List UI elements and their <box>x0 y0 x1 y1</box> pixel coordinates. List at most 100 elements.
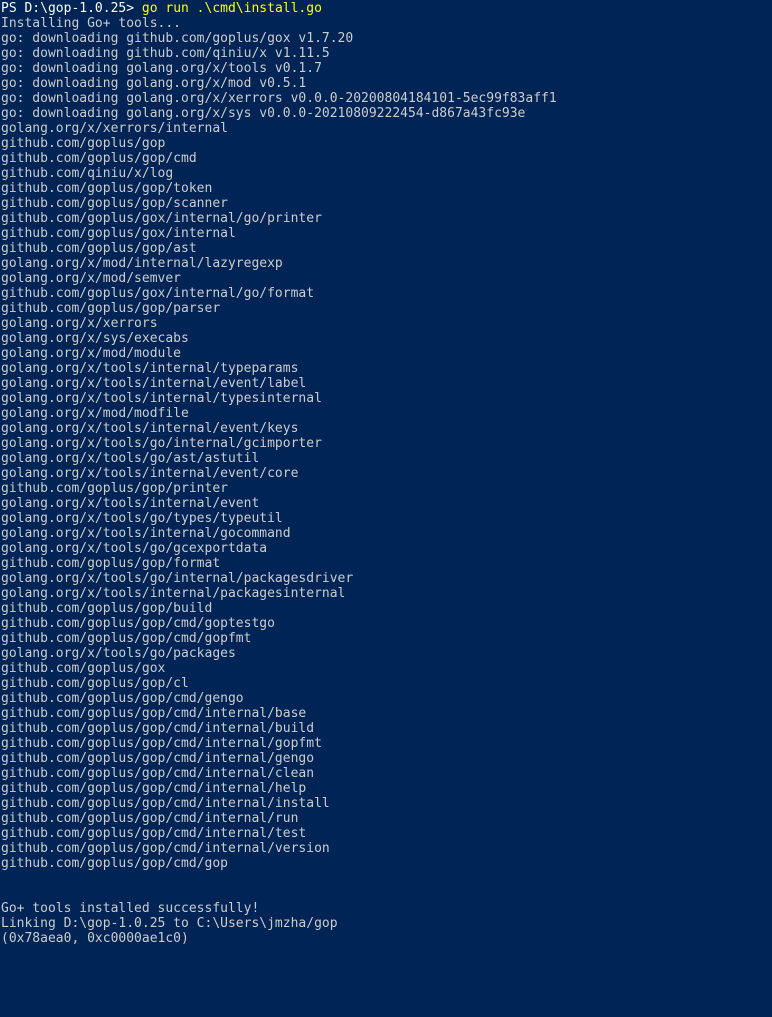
terminal-package-line: github.com/goplus/gop/cmd/internal/gengo <box>1 751 772 766</box>
terminal-package-line: github.com/goplus/gop/cmd/goptestgo <box>1 616 772 631</box>
terminal-package-line: github.com/goplus/gop/cmd/gopfmt <box>1 631 772 646</box>
package-path: golang.org/x/tools/go/ast/astutil <box>1 451 260 466</box>
package-path: github.com/goplus/gop/token <box>1 181 213 196</box>
terminal-prompt-line: PS D:\gop-1.0.25> go run .\cmd\install.g… <box>1 1 772 16</box>
package-path: github.com/goplus/gop/cmd/internal/clean <box>1 766 315 781</box>
terminal-package-line: github.com/goplus/gop/cmd/internal/base <box>1 706 772 721</box>
package-path: github.com/goplus/gop/cmd/internal/help <box>1 781 307 796</box>
shell-prompt: PS D:\gop-1.0.25> <box>1 1 142 16</box>
output-text: go: downloading github.com/qiniu/x v1.11… <box>1 46 330 61</box>
package-path: golang.org/x/tools/go/packages <box>1 646 236 661</box>
terminal-package-line: github.com/goplus/gop/cmd/internal/run <box>1 811 772 826</box>
terminal-package-line: github.com/goplus/gop/cmd/internal/clean <box>1 766 772 781</box>
terminal-package-line: golang.org/x/tools/internal/event/label <box>1 376 772 391</box>
package-path: github.com/goplus/gop/cmd/internal/gopfm… <box>1 736 322 751</box>
terminal-output-line: go: downloading golang.org/x/sys v0.0.0-… <box>1 106 772 121</box>
package-path: golang.org/x/xerrors/internal <box>1 121 228 136</box>
terminal-package-line: github.com/goplus/gop/printer <box>1 481 772 496</box>
package-path: github.com/goplus/gop/cmd/internal/insta… <box>1 796 330 811</box>
package-path: github.com/goplus/gox/internal/go/format <box>1 286 315 301</box>
terminal-package-line: github.com/goplus/gop/token <box>1 181 772 196</box>
package-path: golang.org/x/mod/modfile <box>1 406 189 421</box>
terminal-output-line: Installing Go+ tools... <box>1 16 772 31</box>
terminal-package-line: github.com/goplus/gop/cmd/internal/insta… <box>1 796 772 811</box>
terminal-package-line: github.com/goplus/gop/cmd/internal/test <box>1 826 772 841</box>
terminal-package-line: golang.org/x/tools/internal/typeparams <box>1 361 772 376</box>
terminal-package-line: golang.org/x/tools/go/internal/packagesd… <box>1 571 772 586</box>
terminal-package-line: golang.org/x/tools/internal/event <box>1 496 772 511</box>
terminal-output-line: go: downloading github.com/goplus/gox v1… <box>1 31 772 46</box>
terminal-package-line: github.com/goplus/gox/internal <box>1 226 772 241</box>
terminal-package-line: github.com/goplus/gop <box>1 136 772 151</box>
package-path: github.com/goplus/gop/cmd/internal/versi… <box>1 841 330 856</box>
package-path: golang.org/x/tools/go/internal/packagesd… <box>1 571 354 586</box>
terminal-package-line: golang.org/x/tools/go/packages <box>1 646 772 661</box>
package-path: github.com/goplus/gop/scanner <box>1 196 228 211</box>
package-path: github.com/goplus/gop/cmd/internal/gengo <box>1 751 315 766</box>
package-path: github.com/goplus/gop <box>1 136 166 151</box>
package-path: github.com/goplus/gop/cmd <box>1 151 197 166</box>
terminal-package-line: github.com/goplus/gop/format <box>1 556 772 571</box>
terminal-package-line: github.com/goplus/gop/cmd/internal/help <box>1 781 772 796</box>
terminal-package-line: github.com/goplus/gop/cmd/internal/gopfm… <box>1 736 772 751</box>
package-path: github.com/goplus/gox/internal/go/printe… <box>1 211 322 226</box>
package-path: github.com/goplus/gop/cmd/internal/run <box>1 811 299 826</box>
terminal-output-line: go: downloading golang.org/x/tools v0.1.… <box>1 61 772 76</box>
package-path: github.com/goplus/gox/internal <box>1 226 236 241</box>
package-path: github.com/goplus/gop/format <box>1 556 221 571</box>
terminal-package-line: golang.org/x/tools/internal/typesinterna… <box>1 391 772 406</box>
output-text: go: downloading golang.org/x/sys v0.0.0-… <box>1 106 526 121</box>
package-path: golang.org/x/tools/internal/event <box>1 496 260 511</box>
package-path: golang.org/x/tools/go/types/typeutil <box>1 511 283 526</box>
terminal-package-line: golang.org/x/mod/module <box>1 346 772 361</box>
package-path: github.com/goplus/gop/cmd/internal/build <box>1 721 315 736</box>
package-path: golang.org/x/tools/internal/event/keys <box>1 421 299 436</box>
package-path: golang.org/x/tools/internal/gocommand <box>1 526 291 541</box>
terminal-package-line: golang.org/x/tools/go/ast/astutil <box>1 451 772 466</box>
output-text: go: downloading golang.org/x/tools v0.1.… <box>1 61 322 76</box>
package-path: golang.org/x/tools/internal/event/label <box>1 376 307 391</box>
terminal-output-line: Go+ tools installed successfully! <box>1 901 772 916</box>
terminal-output-line: go: downloading github.com/qiniu/x v1.11… <box>1 46 772 61</box>
terminal-package-line: golang.org/x/tools/internal/event/keys <box>1 421 772 436</box>
package-path: golang.org/x/tools/internal/typeparams <box>1 361 299 376</box>
terminal-package-line: github.com/goplus/gop/cmd/internal/build <box>1 721 772 736</box>
output-text: Linking D:\gop-1.0.25 to C:\Users\jmzha/… <box>1 916 338 931</box>
terminal-package-line: golang.org/x/tools/internal/event/core <box>1 466 772 481</box>
terminal-package-line: github.com/goplus/gop/ast <box>1 241 772 256</box>
terminal-output-area[interactable]: PS D:\gop-1.0.25> go run .\cmd\install.g… <box>0 0 772 1017</box>
terminal-package-line: github.com/goplus/gop/cmd/gengo <box>1 691 772 706</box>
output-text: Go+ tools installed successfully! <box>1 901 260 916</box>
package-path: golang.org/x/mod/semver <box>1 271 182 286</box>
output-text: go: downloading golang.org/x/mod v0.5.1 <box>1 76 307 91</box>
package-path: github.com/goplus/gop/parser <box>1 301 221 316</box>
package-path: golang.org/x/mod/internal/lazyregexp <box>1 256 283 271</box>
package-path: golang.org/x/tools/internal/event/core <box>1 466 299 481</box>
output-text: Installing Go+ tools... <box>1 16 182 31</box>
terminal-package-line: github.com/goplus/gop/cl <box>1 676 772 691</box>
terminal-output-line: go: downloading golang.org/x/xerrors v0.… <box>1 91 772 106</box>
package-path: golang.org/x/tools/go/internal/gcimporte… <box>1 436 322 451</box>
package-path: github.com/goplus/gop/printer <box>1 481 228 496</box>
package-path: github.com/goplus/gop/cmd/gengo <box>1 691 244 706</box>
package-path: github.com/goplus/gop/cmd/internal/base <box>1 706 307 721</box>
package-path: github.com/goplus/gop/ast <box>1 241 197 256</box>
terminal-output-line: Linking D:\gop-1.0.25 to C:\Users\jmzha/… <box>1 916 772 931</box>
terminal-package-line: golang.org/x/tools/go/types/typeutil <box>1 511 772 526</box>
terminal-output-line: go: downloading golang.org/x/mod v0.5.1 <box>1 76 772 91</box>
output-text: (0x78aea0, 0xc0000ae1c0) <box>1 931 189 946</box>
terminal-package-line: golang.org/x/mod/modfile <box>1 406 772 421</box>
terminal-package-line: golang.org/x/tools/go/internal/gcimporte… <box>1 436 772 451</box>
package-path: golang.org/x/tools/go/gcexportdata <box>1 541 268 556</box>
terminal-package-line: golang.org/x/sys/execabs <box>1 331 772 346</box>
package-path: golang.org/x/tools/internal/typesinterna… <box>1 391 322 406</box>
terminal-package-line: golang.org/x/tools/internal/packagesinte… <box>1 586 772 601</box>
package-path: golang.org/x/xerrors <box>1 316 158 331</box>
terminal-package-line: github.com/qiniu/x/log <box>1 166 772 181</box>
package-path: golang.org/x/mod/module <box>1 346 182 361</box>
terminal-package-line: github.com/goplus/gop/cmd/internal/versi… <box>1 841 772 856</box>
terminal-package-line: github.com/goplus/gop/build <box>1 601 772 616</box>
package-path: github.com/goplus/gop/build <box>1 601 213 616</box>
